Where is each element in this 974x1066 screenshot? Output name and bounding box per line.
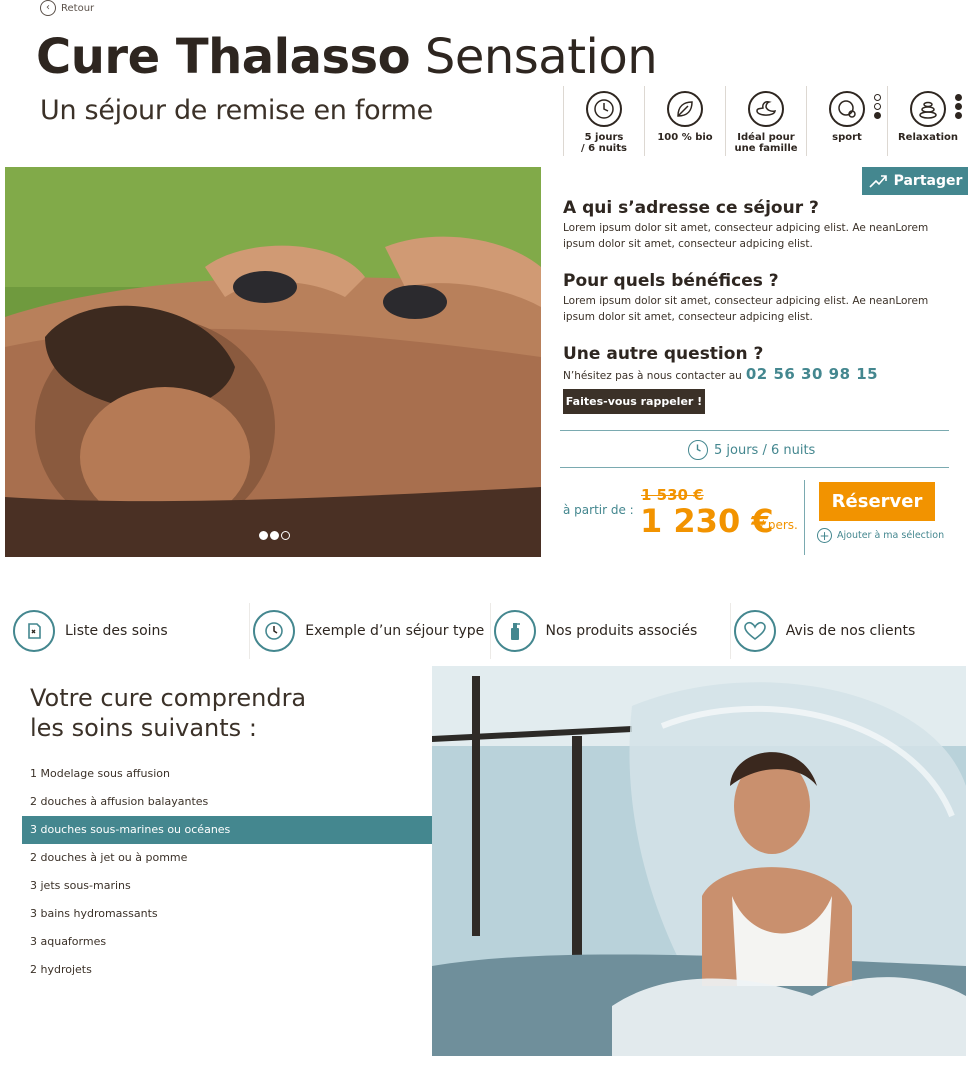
carousel-dot[interactable] [281,531,290,540]
contact-text: N’hésitez pas à nous contacter au [563,370,742,382]
hero-image-massage [5,167,541,557]
feature-relaxation: Relaxation [887,86,968,156]
stones-icon [910,91,946,127]
carousel-dot[interactable] [270,531,279,540]
soins-title: Votre cure comprendra les soins suivants… [30,683,390,743]
soin-item[interactable]: 2 douches à affusion balayantes [22,788,442,816]
title-light: Sensation [424,29,658,85]
question-title: Une autre question ? [563,344,764,364]
back-label: Retour [61,2,95,14]
plus-icon: + [817,528,832,543]
sport-icon [829,91,865,127]
tab-label: Nos produits associés [545,623,698,639]
feature-label: Idéal pour [737,132,795,143]
divider [804,480,805,555]
soin-item[interactable]: 2 douches à jet ou à pomme [22,844,442,872]
tab-sejour-example[interactable]: Exemple d’un séjour type [250,603,491,659]
tab-reviews[interactable]: Avis de nos clients [731,603,970,659]
tab-label: Exemple d’un séjour type [305,623,485,639]
document-icon [13,610,55,652]
question-title: Pour quels bénéfices ? [563,271,779,291]
soin-item[interactable]: 3 jets sous-marins [22,872,442,900]
clock-icon [586,91,622,127]
carousel-dot[interactable] [259,531,268,540]
tab-soins-list[interactable]: Liste des soins [10,603,251,659]
feature-duration: 5 jours/ 6 nuits [563,86,644,156]
reserve-button[interactable]: Réserver [819,482,935,521]
tab-label: Avis de nos clients [785,623,916,639]
share-icon [869,175,887,188]
divider [560,430,949,431]
soin-item[interactable]: 3 aquaformes [22,928,442,956]
feature-label: Relaxation [897,132,959,143]
soin-item[interactable]: 2 hydrojets [22,956,442,984]
heart-icon [733,610,776,652]
question-text: Lorem ipsum dolor sit amet, consecteur a… [563,295,929,323]
share-label: Partager [893,173,963,189]
feature-label: 100 % bio [657,132,713,143]
carousel-dots [259,531,290,540]
soins-list: 1 Modelage sous affusion 2 douches à aff… [22,760,443,984]
price-from-label: à partir de : [563,503,634,517]
soins-title-line: les soins suivants : [30,714,257,742]
price-per-label: / pers. [760,518,798,532]
sport-level [874,94,881,119]
feature-bio: 100 % bio [644,86,725,156]
feature-label: sport [832,132,862,143]
leaf-icon [667,91,703,127]
add-selection-label: Ajouter à ma sélection [837,530,945,541]
bottle-icon [493,610,536,652]
soin-image-water [432,666,966,1056]
contact-line: N’hésitez pas à nous contacter au 02 56 … [563,365,878,383]
content-tabs: Liste des soins Exemple d’un séjour type… [10,603,970,659]
clock-icon [253,610,296,652]
tab-products[interactable]: Nos produits associés [491,603,731,659]
feature-label: / 6 nuits [581,143,627,154]
question-title: A qui s’adresse ce séjour ? [563,198,819,218]
share-button[interactable]: Partager [862,167,968,195]
divider [560,467,949,468]
feature-label: 5 jours [584,132,624,143]
feature-label: une famille [734,143,798,154]
title-bold: Cure Thalasso [36,29,411,85]
soin-item-active[interactable]: 3 douches sous-marines ou océanes [22,816,443,844]
price: 1 230 € [640,502,774,540]
back-link[interactable]: ‹ Retour [40,0,94,16]
duck-icon [748,91,784,127]
feature-family: Idéal pour une famille [725,86,806,156]
soin-item[interactable]: 3 bains hydromassants [22,900,442,928]
soin-item[interactable]: 1 Modelage sous affusion [22,760,442,788]
chevron-left-icon: ‹ [40,0,56,16]
duration-label: 5 jours / 6 nuits [714,442,816,458]
callback-button[interactable]: Faites-vous rappeler ! [563,389,705,414]
relaxation-level [955,94,962,119]
offer-duration: 5 jours / 6 nuits [688,440,815,460]
clock-icon [688,440,708,460]
soins-title-line: Votre cure comprendra [30,684,307,712]
question-text: Lorem ipsum dolor sit amet, consecteur a… [563,222,929,250]
feature-sport: sport [806,86,887,156]
phone-number[interactable]: 02 56 30 98 15 [746,365,878,383]
add-to-selection-link[interactable]: + Ajouter à ma sélection [817,528,944,543]
page-title: Cure Thalasso Sensation [36,28,658,86]
page-subtitle: Un séjour de remise en forme [40,95,433,126]
feature-icons: 5 jours/ 6 nuits 100 % bio Idéal pour une… [563,86,968,156]
tab-label: Liste des soins [65,623,168,639]
